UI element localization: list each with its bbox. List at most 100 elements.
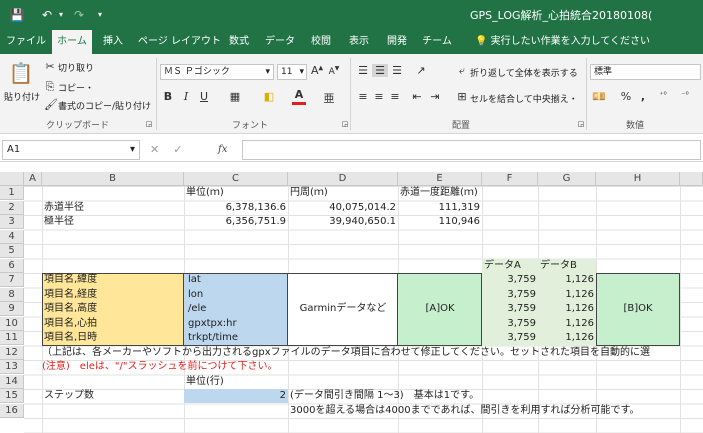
format-painter-button[interactable]: 書式のコピー/貼り付け <box>58 99 151 112</box>
tab-view[interactable]: 表示 <box>344 30 374 54</box>
customize-quick-access-icon[interactable]: ▾ <box>94 6 106 24</box>
cell-c10[interactable]: gpxtpx:hr <box>188 317 237 331</box>
cell-b8[interactable]: 項目名,経度 <box>44 288 97 302</box>
row-header[interactable]: 14 <box>0 375 24 389</box>
font-launcher-icon[interactable]: ◲ <box>340 120 350 128</box>
cell-b2[interactable]: 赤道半径 <box>44 201 84 215</box>
cell-d2[interactable]: 40,075,014.2 <box>288 201 396 215</box>
cell-f9[interactable]: 3,759 <box>482 302 536 316</box>
cell-e2[interactable]: 111,319 <box>398 201 480 215</box>
align-top-icon[interactable]: ☰ <box>356 64 370 77</box>
row-header[interactable]: 4 <box>0 230 24 244</box>
percent-button[interactable]: % <box>620 90 632 103</box>
select-all-corner[interactable] <box>0 172 24 186</box>
align-center-icon[interactable]: ≡ <box>372 90 386 103</box>
fill-color-icon[interactable]: ◧ <box>262 90 276 103</box>
align-middle-icon[interactable]: ☰ <box>372 64 388 77</box>
cell-c3[interactable]: 6,356,751.9 <box>184 215 286 229</box>
cell-g9[interactable]: 1,126 <box>538 302 594 316</box>
cut-button[interactable]: 切り取り <box>58 61 94 74</box>
number-format-select[interactable]: 標準 <box>590 64 701 80</box>
comma-style-button[interactable]: , <box>638 90 648 103</box>
tab-formulas[interactable]: 数式 <box>224 30 254 54</box>
align-left-icon[interactable]: ≡ <box>356 90 370 103</box>
undo-dropdown-icon[interactable]: ▾ <box>56 6 66 24</box>
row-header[interactable]: 2 <box>0 201 24 215</box>
underline-button[interactable]: U <box>198 90 210 103</box>
save-icon[interactable]: 💾 <box>8 6 26 24</box>
orientation-icon[interactable]: ↗ <box>414 64 428 77</box>
alignment-launcher-icon[interactable]: ◲ <box>576 120 586 128</box>
paste-button[interactable]: 貼り付け <box>4 90 40 103</box>
font-color-button[interactable]: A <box>292 88 306 105</box>
cell-c2[interactable]: 6,378,136.6 <box>184 201 286 215</box>
row-header[interactable]: 9 <box>0 302 24 316</box>
tab-insert[interactable]: 挿入 <box>98 30 128 54</box>
cell-c15[interactable]: 2 <box>184 389 286 403</box>
cell-g11[interactable]: 1,126 <box>538 331 594 345</box>
column-header-e[interactable]: E <box>398 172 482 186</box>
cell-g8[interactable]: 1,126 <box>538 288 594 302</box>
tab-data[interactable]: データ <box>262 30 298 54</box>
column-header-partial[interactable] <box>680 172 703 186</box>
cell-h9[interactable]: [B]OK <box>596 302 680 316</box>
paste-icon[interactable]: 📋 <box>8 60 34 86</box>
row-header[interactable]: 8 <box>0 288 24 302</box>
check-icon[interactable]: ✓ <box>173 143 182 156</box>
cell-b15[interactable]: ステップ数 <box>44 389 94 403</box>
formula-input[interactable] <box>242 140 701 160</box>
close-icon[interactable]: ✕ <box>150 143 159 156</box>
tell-me-box[interactable]: 💡 実行したい作業を入力してください <box>475 30 650 54</box>
row-header[interactable]: 12 <box>0 346 24 360</box>
font-size-select[interactable]: 11 ▾ <box>277 64 307 80</box>
row-header[interactable]: 13 <box>0 360 24 374</box>
tab-developer[interactable]: 開発 <box>382 30 412 54</box>
cell-f7[interactable]: 3,759 <box>482 273 536 287</box>
italic-button[interactable]: I <box>180 90 192 103</box>
phonetic-icon[interactable]: 亜 <box>322 90 336 106</box>
row-header[interactable]: 5 <box>0 244 24 258</box>
tab-file[interactable]: ファイル <box>6 30 46 54</box>
cell-b9[interactable]: 項目名,高度 <box>44 302 97 316</box>
decrease-indent-icon[interactable]: ⇤ <box>410 90 424 103</box>
column-header-c[interactable]: C <box>184 172 288 186</box>
column-header-f[interactable]: F <box>482 172 538 186</box>
tab-page-layout[interactable]: ページ レイアウト <box>138 30 221 54</box>
cell-f8[interactable]: 3,759 <box>482 288 536 302</box>
decrease-font-icon[interactable]: A▼ <box>328 65 340 77</box>
align-right-icon[interactable]: ≡ <box>388 90 402 103</box>
column-header-b[interactable]: B <box>42 172 184 186</box>
column-header-a[interactable]: A <box>24 172 42 186</box>
tab-review[interactable]: 校閲 <box>306 30 336 54</box>
increase-font-icon[interactable]: A▲ <box>311 64 323 77</box>
row-header[interactable]: 1 <box>0 186 24 200</box>
cell-c7[interactable]: lat <box>188 273 201 287</box>
cell-d16[interactable]: 3000を超える場合は4000までであれば、間引きを利用すれば分析可能です。 <box>290 404 640 418</box>
accounting-format-icon[interactable]: 💴 <box>592 90 606 103</box>
clipboard-launcher-icon[interactable]: ◲ <box>144 120 154 128</box>
cell-f10[interactable]: 3,759 <box>482 317 536 331</box>
increase-indent-icon[interactable]: ⇥ <box>428 90 442 103</box>
cell-b12[interactable]: （上記は、各メーカーやソフトから出力されるgpxファイルのデータ項目に合わせて修… <box>42 346 703 360</box>
wrap-text-button[interactable]: 折り返して全体を表示する <box>470 66 578 79</box>
cell-b3[interactable]: 極半径 <box>44 215 74 229</box>
cell-b11[interactable]: 項目名,日時 <box>44 331 97 345</box>
column-header-d[interactable]: D <box>288 172 398 186</box>
tab-home[interactable]: ホーム <box>52 30 92 54</box>
font-name-select[interactable]: ＭＳ Ｐゴシック ▾ <box>160 64 274 80</box>
cell-c11[interactable]: trkpt/time <box>188 331 238 345</box>
row-header[interactable]: 7 <box>0 273 24 287</box>
increase-decimal-icon[interactable]: ⁺⁰ <box>654 90 672 99</box>
cell-c8[interactable]: lon <box>188 288 203 302</box>
cell-f11[interactable]: 3,759 <box>482 331 536 345</box>
cell-g6[interactable]: データB <box>540 259 577 273</box>
cell-c9[interactable]: /ele <box>188 302 206 316</box>
cell-g7[interactable]: 1,126 <box>538 273 594 287</box>
cell-b10[interactable]: 項目名,心拍 <box>44 317 97 331</box>
align-bottom-icon[interactable]: ☰ <box>390 64 404 77</box>
cell-c1[interactable]: 単位(ｍ) <box>186 186 224 200</box>
cell-d1[interactable]: 円周(ｍ) <box>290 186 328 200</box>
cell-b13[interactable]: (注意) eleは、"/"スラッシュを前につけて下さい。 <box>42 360 277 374</box>
merge-center-button[interactable]: セルを結合して中央揃え・ <box>470 92 578 105</box>
redo-icon[interactable]: ↷ <box>70 6 88 24</box>
